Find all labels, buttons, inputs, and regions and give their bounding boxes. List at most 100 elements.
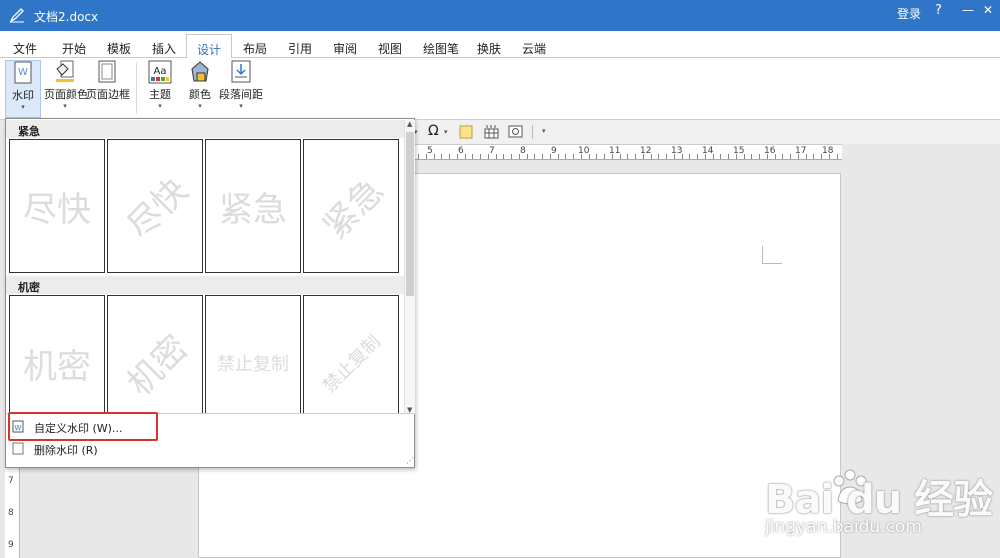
- annotation-highlight-box: [8, 412, 158, 441]
- omega-symbol-button[interactable]: Ω: [428, 123, 439, 139]
- tab-template[interactable]: 模板: [107, 40, 131, 57]
- section-heading-confidential: 机密: [6, 276, 404, 294]
- theme-button[interactable]: Aa 主题 ▾: [146, 60, 174, 110]
- tab-layout[interactable]: 布局: [243, 40, 267, 57]
- watermark-option[interactable]: 机密: [107, 295, 203, 413]
- ruler-tick: [604, 154, 605, 159]
- tab-design[interactable]: 设计: [186, 34, 233, 59]
- resize-grip-icon[interactable]: ⋰: [406, 456, 414, 465]
- watermark-preview-text: 紧急: [315, 170, 392, 247]
- watermark-option[interactable]: 紧急: [205, 139, 301, 273]
- screenshot-icon[interactable]: [508, 124, 523, 139]
- tab-insert[interactable]: 插入: [152, 40, 176, 57]
- customize-toolbar-icon[interactable]: ▾: [542, 127, 546, 135]
- dropdown-arrow-icon: ▾: [198, 102, 202, 110]
- tab-references[interactable]: 引用: [288, 40, 312, 57]
- section-heading-urgent: 紧急: [6, 120, 404, 138]
- tab-draw[interactable]: 绘图笔: [423, 40, 459, 57]
- quick-toolbar: ▾ Ω ▾ ▾: [414, 120, 1000, 144]
- title-bar: 文档2.docx 登录 ? — ✕: [0, 0, 1000, 31]
- menu-tabs: 文件 开始 模板 插入 设计 布局 引用 审阅 视图 绘图笔 换肤 云端: [0, 31, 1000, 59]
- remove-watermark-item[interactable]: 删除水印 (R): [10, 439, 410, 459]
- page-border-label: 页面边框: [86, 88, 130, 101]
- ruler-tick: [673, 154, 675, 159]
- watermark-preview-text: 尽快: [119, 170, 196, 247]
- ruler-number: 6: [458, 146, 464, 156]
- ruler-tick: [759, 154, 760, 159]
- paragraph-spacing-button[interactable]: 段落间距 ▾: [219, 60, 263, 110]
- watermark-option[interactable]: 尽快: [107, 139, 203, 273]
- ruler-tick: [681, 154, 683, 159]
- ruler-tick: [418, 154, 419, 159]
- dropdown-arrow-icon: ▾: [21, 103, 25, 111]
- ruler-tick: [557, 154, 559, 159]
- ruler-tick: [697, 154, 698, 159]
- remove-watermark-icon: [12, 442, 24, 455]
- tab-cloud[interactable]: 云端: [522, 40, 546, 57]
- tab-file[interactable]: 文件: [13, 40, 37, 57]
- ruler-tick: [836, 154, 838, 159]
- ruler-tick: [735, 154, 737, 159]
- sticky-note-icon[interactable]: [459, 125, 473, 139]
- gallery-scrollbar[interactable]: ▲ ▼: [404, 120, 415, 414]
- watermark-option[interactable]: 紧急: [303, 139, 399, 273]
- pen-icon: [9, 8, 24, 23]
- ruler-tick: [635, 154, 636, 159]
- page-border-button[interactable]: 页面边框: [86, 60, 130, 102]
- ruler-tick: [619, 154, 621, 159]
- ruler-tick: [596, 154, 598, 159]
- vertical-ruler: 7 8 9: [5, 468, 20, 558]
- ruler-tick: [650, 154, 652, 159]
- close-button[interactable]: ✕: [983, 3, 993, 17]
- tab-view[interactable]: 视图: [378, 40, 402, 57]
- scrollbar-thumb[interactable]: [406, 132, 414, 296]
- help-button[interactable]: ?: [935, 3, 942, 18]
- minimize-button[interactable]: —: [962, 3, 974, 17]
- page-color-button[interactable]: 页面颜色 ▾: [44, 60, 88, 110]
- ruler-tick: [611, 154, 613, 159]
- watermark-option[interactable]: 机密: [9, 295, 105, 413]
- remove-watermark-label: 删除水印 (R): [34, 444, 98, 457]
- ruler-tick: [766, 154, 768, 159]
- ruler-number: 18: [822, 146, 834, 156]
- ruler-tick: [774, 154, 776, 159]
- ruler-number: 7: [489, 146, 495, 156]
- watermark-icon: W: [14, 61, 32, 84]
- color-button[interactable]: 颜色 ▾: [186, 60, 214, 110]
- watermark-option[interactable]: 尽快: [9, 139, 105, 273]
- theme-label: 主题: [149, 88, 171, 101]
- tab-review[interactable]: 审阅: [333, 40, 357, 57]
- watermark-preview-text: 机密: [23, 346, 91, 387]
- ruler-number: 9: [551, 146, 557, 156]
- ruler-tick: [642, 154, 644, 159]
- tab-home[interactable]: 开始: [62, 40, 86, 57]
- ruler-tick: [813, 154, 815, 159]
- dropdown-arrow-icon[interactable]: ▾: [444, 128, 448, 136]
- ruler-tick: [472, 154, 474, 159]
- ruler-tick: [503, 154, 505, 159]
- scroll-up-icon[interactable]: ▲: [407, 120, 412, 128]
- ruler-number: 7: [8, 476, 14, 486]
- dropdown-arrow-icon: ▾: [158, 102, 162, 110]
- ruler-tick: [565, 154, 567, 159]
- ruler-tick: [658, 154, 660, 159]
- paint-bucket-icon: [56, 60, 74, 82]
- ruler-tick: [704, 154, 706, 159]
- paragraph-spacing-icon: [231, 60, 251, 83]
- watermark-option[interactable]: 禁止复制: [205, 295, 301, 413]
- dropdown-arrow-icon: ▾: [239, 102, 243, 110]
- watermark-option[interactable]: 禁止复制: [303, 295, 399, 413]
- ruler-tick: [573, 154, 574, 159]
- login-link[interactable]: 登录: [897, 5, 921, 22]
- tab-skin[interactable]: 换肤: [477, 40, 501, 57]
- table-grid-icon[interactable]: [484, 124, 499, 139]
- page-color-label: 页面颜色: [44, 88, 88, 101]
- document-title: 文档2.docx: [34, 10, 99, 24]
- ribbon-separator: [136, 62, 137, 114]
- watermark-preview-text: 机密: [119, 327, 196, 404]
- ruler-tick: [751, 154, 753, 159]
- watermark-button[interactable]: W 水印 ▾: [5, 60, 41, 118]
- horizontal-ruler: 5 6 7 8 9 10 11 12 13 14 15 16 17 18: [414, 144, 842, 160]
- ribbon: W 水印 ▾ 页面颜色 ▾ 页面边框 Aa 主题 ▾ 颜色 ▾ 段落间距 ▾: [0, 58, 1000, 120]
- ruler-tick: [627, 154, 629, 159]
